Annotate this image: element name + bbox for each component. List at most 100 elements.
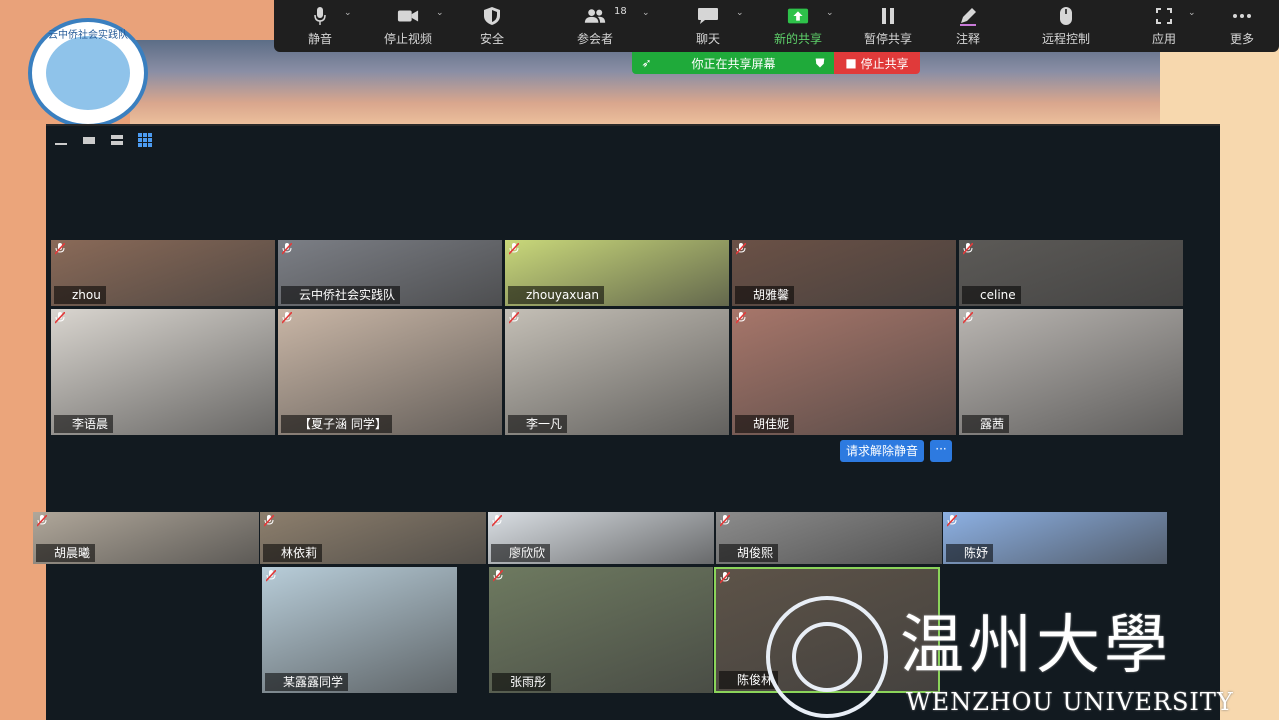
apps-button[interactable]: 应用 <box>1150 0 1178 52</box>
mute-options-caret[interactable]: ⌄ <box>344 8 352 18</box>
participant-video-tile[interactable]: 廖欣欣 <box>488 512 714 564</box>
stop-share-label: 停止共享 <box>860 56 909 71</box>
more-dots-icon <box>1231 6 1253 26</box>
muted-microphone-icon <box>37 515 47 527</box>
share-status-text: 你正在共享屏幕 <box>691 56 776 71</box>
muted-microphone-icon <box>947 515 957 527</box>
pause-share-button[interactable]: 暂停共享 <box>860 0 916 52</box>
new-share-label: 新的共享 <box>773 31 822 46</box>
share-arrow-icon: ➶ <box>641 56 652 70</box>
muted-microphone-icon <box>509 312 519 324</box>
muted-microphone-icon <box>493 570 503 582</box>
muted-microphone-icon <box>736 312 746 324</box>
participant-video-tile[interactable]: 【夏子涵 同学】 <box>278 309 502 435</box>
muted-microphone-icon <box>266 570 276 582</box>
participant-video-tile[interactable]: zhouyaxuan <box>505 240 729 306</box>
muted-microphone-icon <box>264 515 274 527</box>
muted-microphone-icon <box>282 312 292 324</box>
muted-microphone-icon <box>736 243 746 255</box>
remote-control-button[interactable]: 远程控制 <box>1038 0 1094 52</box>
participant-video-tile[interactable]: 胡佳妮 <box>732 309 956 435</box>
participant-name-label: 胡晨曦 <box>36 544 96 562</box>
tile-more-options-button[interactable]: ··· <box>930 440 952 462</box>
participant-video-tile[interactable]: 林依莉 <box>260 512 486 564</box>
participant-video-tile[interactable]: 胡晨曦 <box>33 512 259 564</box>
stop-share-button[interactable]: ■ 停止共享 <box>834 52 920 74</box>
club-logo: 云中侨社会实践队 <box>28 18 148 128</box>
participant-video-tile[interactable]: celine <box>959 240 1183 306</box>
screen-share-banner: ➶ 你正在共享屏幕 ⛊ ■ 停止共享 <box>632 52 920 74</box>
participant-name-label: 胡俊熙 <box>719 544 779 562</box>
shield-icon <box>481 6 503 26</box>
muted-microphone-icon <box>720 572 730 584</box>
participant-video-tile[interactable]: 某露露同学 <box>262 567 457 693</box>
gallery-view-icon[interactable] <box>138 133 152 147</box>
annotate-label: 注释 <box>955 31 980 46</box>
more-label: 更多 <box>1229 31 1254 46</box>
stop-square-icon: ■ <box>845 56 857 70</box>
more-button[interactable]: 更多 <box>1226 0 1258 52</box>
video-camera-icon <box>397 6 419 26</box>
video-options-caret[interactable]: ⌄ <box>436 8 444 18</box>
participants-options-caret[interactable]: ⌄ <box>642 8 650 18</box>
participant-video-tile[interactable]: 李一凡 <box>505 309 729 435</box>
muted-microphone-icon <box>55 243 65 255</box>
university-name-chinese: 温州大學 <box>900 609 1172 683</box>
chat-label: 聊天 <box>695 31 720 46</box>
muted-microphone-icon <box>720 515 730 527</box>
new-share-button[interactable]: 新的共享 <box>770 0 826 52</box>
participant-video-tile[interactable]: zhou <box>51 240 275 306</box>
meeting-toolbar: 静音 ⌄ 停止视频 ⌄ 安全 参会者 18 ⌄ 聊天 ⌄ 新的共享 ⌄ 暂停共享… <box>274 0 1279 52</box>
participant-video-tile[interactable]: 露茜 <box>959 309 1183 435</box>
participants-label: 参会者 <box>576 31 613 46</box>
club-logo-text: 云中侨社会实践队 <box>48 30 128 41</box>
participant-name-label: 【夏子涵 同学】 <box>281 415 392 433</box>
mute-button[interactable]: 静音 <box>302 0 338 52</box>
university-seal <box>766 596 888 718</box>
view-options-bar <box>54 133 152 147</box>
participant-name-label: 露茜 <box>962 415 1010 433</box>
stop-video-button[interactable]: 停止视频 <box>380 0 436 52</box>
participant-name-label: 林依莉 <box>263 544 323 562</box>
annotate-button[interactable]: 注释 <box>952 0 984 52</box>
speaker-view-icon[interactable] <box>110 134 124 146</box>
participant-video-tile[interactable]: 陈妤 <box>943 512 1167 564</box>
minimize-view-icon[interactable] <box>54 134 68 146</box>
university-watermark: 温州大學 WENZHOU UNIVERSITY <box>760 590 1279 720</box>
single-video-view-icon[interactable] <box>82 134 96 146</box>
participant-video-tile[interactable]: 云中侨社会实践队 <box>278 240 502 306</box>
apps-icon <box>1153 6 1175 26</box>
pause-share-label: 暂停共享 <box>863 31 912 46</box>
participant-name-label: zhouyaxuan <box>508 286 604 304</box>
participant-video-tile[interactable]: 胡雅馨 <box>732 240 956 306</box>
muted-microphone-icon <box>963 243 973 255</box>
club-logo-emblem <box>46 36 130 110</box>
apps-options-caret[interactable]: ⌄ <box>1188 8 1196 18</box>
participant-name-label: 胡雅馨 <box>735 286 795 304</box>
shield-check-icon: ⛊ <box>815 55 825 70</box>
participant-name-label: 张雨彤 <box>492 673 552 691</box>
participant-video-tile[interactable]: 胡俊熙 <box>716 512 942 564</box>
stop-video-label: 停止视频 <box>383 31 432 46</box>
request-unmute-button[interactable]: 请求解除静音 <box>840 440 925 462</box>
microphone-icon <box>309 6 331 26</box>
muted-microphone-icon <box>963 312 973 324</box>
mute-label: 静音 <box>307 31 332 46</box>
participant-video-tile[interactable]: 李语晨 <box>51 309 275 435</box>
participants-button[interactable]: 参会者 <box>572 0 618 52</box>
participants-icon <box>584 6 606 26</box>
chat-button[interactable]: 聊天 <box>692 0 724 52</box>
chat-options-caret[interactable]: ⌄ <box>736 8 744 18</box>
share-options-caret[interactable]: ⌄ <box>826 8 834 18</box>
share-status-indicator[interactable]: ➶ 你正在共享屏幕 ⛊ <box>632 52 834 74</box>
university-name-english: WENZHOU UNIVERSITY <box>906 688 1234 716</box>
pencil-icon <box>957 6 979 26</box>
participant-name-label: 廖欣欣 <box>491 544 551 562</box>
security-button[interactable]: 安全 <box>472 0 512 52</box>
mouse-icon <box>1055 6 1077 26</box>
university-seal-center <box>792 622 862 692</box>
muted-microphone-icon <box>492 515 502 527</box>
participant-video-tile[interactable]: 张雨彤 <box>489 567 713 693</box>
security-label: 安全 <box>479 31 504 46</box>
muted-microphone-icon <box>509 243 519 255</box>
